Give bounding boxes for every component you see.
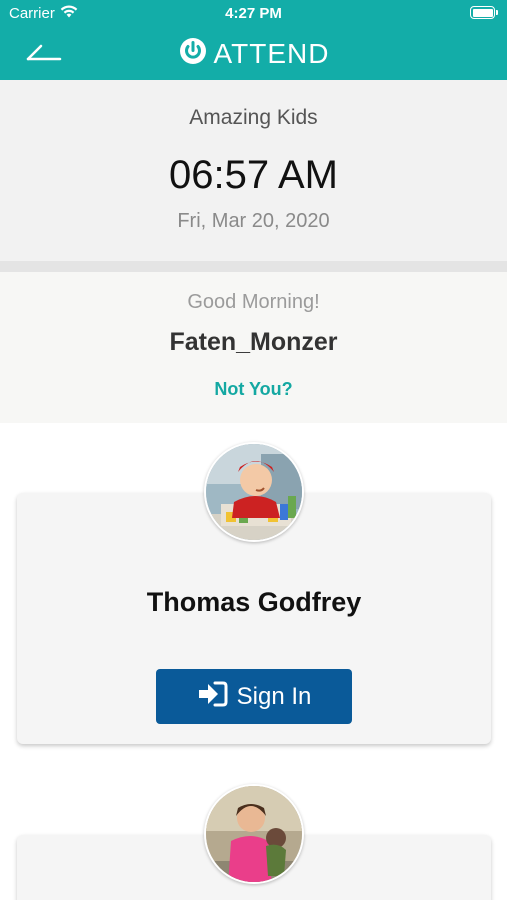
sign-in-label: Sign In <box>236 682 312 710</box>
logo-text: ATTEND <box>213 37 330 69</box>
greeting-panel: Good Morning! Faten_Monzer Not You? <box>0 272 507 423</box>
user-name: Faten_Monzer <box>169 328 338 356</box>
current-date: Fri, Mar 20, 2020 <box>177 210 330 232</box>
status-bar: Carrier 4:27 PM <box>0 0 507 30</box>
sign-in-button[interactable]: Sign In <box>156 669 352 724</box>
section-divider <box>0 261 507 272</box>
center-name: Amazing Kids <box>189 106 318 129</box>
child-avatar <box>204 442 304 542</box>
sign-in-icon <box>197 680 229 713</box>
battery-icon <box>470 6 498 19</box>
status-time: 4:27 PM <box>225 5 282 22</box>
center-info-panel: Amazing Kids 06:57 AM Fri, Mar 20, 2020 <box>0 80 507 261</box>
power-icon <box>178 36 208 71</box>
current-time: 06:57 AM <box>168 153 338 197</box>
child-avatar <box>204 784 304 884</box>
greeting-message: Good Morning! <box>187 291 320 313</box>
app-logo: ATTEND <box>0 36 507 71</box>
not-you-link[interactable]: Not You? <box>0 379 507 400</box>
app-header: Carrier 4:27 PM ATTEND <box>0 0 507 80</box>
child-name: Thomas Godfrey <box>146 587 362 617</box>
